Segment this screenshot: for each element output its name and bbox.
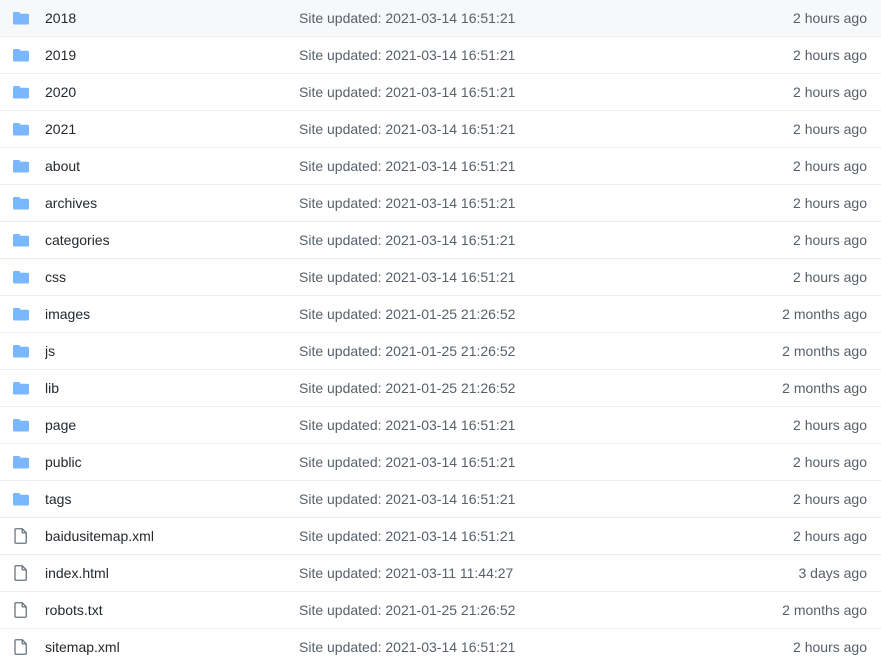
file-name-link[interactable]: about <box>45 158 283 174</box>
file-name-link[interactable]: js <box>45 343 283 359</box>
commit-age: 2 hours ago <box>793 158 867 174</box>
folder-icon <box>13 306 29 322</box>
commit-age: 2 hours ago <box>793 269 867 285</box>
folder-row[interactable]: about Site updated: 2021-03-14 16:51:21 … <box>0 148 881 185</box>
folder-icon <box>13 232 29 248</box>
file-name-link[interactable]: lib <box>45 380 283 396</box>
folder-icon <box>13 158 29 174</box>
folder-row[interactable]: categories Site updated: 2021-03-14 16:5… <box>0 222 881 259</box>
folder-row[interactable]: 2020 Site updated: 2021-03-14 16:51:21 2… <box>0 74 881 111</box>
file-name-link[interactable]: 2019 <box>45 47 283 63</box>
folder-icon <box>13 10 29 26</box>
commit-age: 2 months ago <box>782 306 867 322</box>
file-icon <box>13 602 29 618</box>
file-name-link[interactable]: archives <box>45 195 283 211</box>
commit-age: 2 hours ago <box>793 47 867 63</box>
commit-age: 2 hours ago <box>793 84 867 100</box>
file-name-link[interactable]: 2018 <box>45 10 283 26</box>
file-name-link[interactable]: sitemap.xml <box>45 639 283 655</box>
file-name-link[interactable]: categories <box>45 232 283 248</box>
commit-age: 3 days ago <box>798 565 868 581</box>
file-name-link[interactable]: 2021 <box>45 121 283 137</box>
commit-age: 2 hours ago <box>793 639 867 655</box>
commit-message-link[interactable]: Site updated: 2021-03-14 16:51:21 <box>299 158 515 174</box>
commit-message-link[interactable]: Site updated: 2021-03-14 16:51:21 <box>299 195 515 211</box>
file-row[interactable]: sitemap.xml Site updated: 2021-03-14 16:… <box>0 629 881 662</box>
commit-age: 2 hours ago <box>793 232 867 248</box>
commit-message-link[interactable]: Site updated: 2021-03-14 16:51:21 <box>299 10 515 26</box>
commit-message-link[interactable]: Site updated: 2021-03-14 16:51:21 <box>299 417 515 433</box>
commit-message-link[interactable]: Site updated: 2021-01-25 21:26:52 <box>299 380 515 396</box>
file-name-link[interactable]: public <box>45 454 283 470</box>
file-list: 2018 Site updated: 2021-03-14 16:51:21 2… <box>0 0 881 662</box>
file-name-link[interactable]: index.html <box>45 565 283 581</box>
commit-message-link[interactable]: Site updated: 2021-01-25 21:26:52 <box>299 343 515 359</box>
commit-age: 2 months ago <box>782 380 867 396</box>
commit-age: 2 hours ago <box>793 121 867 137</box>
file-icon <box>13 528 29 544</box>
folder-icon <box>13 195 29 211</box>
file-name-link[interactable]: images <box>45 306 283 322</box>
folder-row[interactable]: js Site updated: 2021-01-25 21:26:52 2 m… <box>0 333 881 370</box>
commit-message-link[interactable]: Site updated: 2021-03-14 16:51:21 <box>299 121 515 137</box>
folder-icon <box>13 343 29 359</box>
folder-row[interactable]: images Site updated: 2021-01-25 21:26:52… <box>0 296 881 333</box>
commit-message-link[interactable]: Site updated: 2021-03-14 16:51:21 <box>299 47 515 63</box>
file-row[interactable]: baidusitemap.xml Site updated: 2021-03-1… <box>0 518 881 555</box>
commit-message-link[interactable]: Site updated: 2021-03-14 16:51:21 <box>299 232 515 248</box>
folder-row[interactable]: tags Site updated: 2021-03-14 16:51:21 2… <box>0 481 881 518</box>
commit-message-link[interactable]: Site updated: 2021-01-25 21:26:52 <box>299 602 515 618</box>
commit-message-link[interactable]: Site updated: 2021-03-14 16:51:21 <box>299 269 515 285</box>
folder-row[interactable]: 2018 Site updated: 2021-03-14 16:51:21 2… <box>0 0 881 37</box>
file-name-link[interactable]: tags <box>45 491 283 507</box>
file-name-link[interactable]: page <box>45 417 283 433</box>
folder-row[interactable]: css Site updated: 2021-03-14 16:51:21 2 … <box>0 259 881 296</box>
folder-icon <box>13 47 29 63</box>
folder-icon <box>13 491 29 507</box>
commit-age: 2 hours ago <box>793 417 867 433</box>
folder-row[interactable]: 2021 Site updated: 2021-03-14 16:51:21 2… <box>0 111 881 148</box>
file-name-link[interactable]: robots.txt <box>45 602 283 618</box>
folder-icon <box>13 454 29 470</box>
folder-row[interactable]: public Site updated: 2021-03-14 16:51:21… <box>0 444 881 481</box>
commit-age: 2 hours ago <box>793 528 867 544</box>
commit-age: 2 months ago <box>782 602 867 618</box>
folder-icon <box>13 269 29 285</box>
file-row[interactable]: index.html Site updated: 2021-03-11 11:4… <box>0 555 881 592</box>
file-row[interactable]: robots.txt Site updated: 2021-01-25 21:2… <box>0 592 881 629</box>
commit-message-link[interactable]: Site updated: 2021-03-14 16:51:21 <box>299 639 515 655</box>
commit-message-link[interactable]: Site updated: 2021-03-11 11:44:27 <box>299 565 513 581</box>
commit-message-link[interactable]: Site updated: 2021-03-14 16:51:21 <box>299 491 515 507</box>
folder-icon <box>13 417 29 433</box>
folder-icon <box>13 121 29 137</box>
file-name-link[interactable]: 2020 <box>45 84 283 100</box>
folder-row[interactable]: page Site updated: 2021-03-14 16:51:21 2… <box>0 407 881 444</box>
commit-age: 2 hours ago <box>793 454 867 470</box>
commit-message-link[interactable]: Site updated: 2021-03-14 16:51:21 <box>299 84 515 100</box>
folder-row[interactable]: lib Site updated: 2021-01-25 21:26:52 2 … <box>0 370 881 407</box>
commit-age: 2 months ago <box>782 343 867 359</box>
folder-row[interactable]: archives Site updated: 2021-03-14 16:51:… <box>0 185 881 222</box>
commit-message-link[interactable]: Site updated: 2021-01-25 21:26:52 <box>299 306 515 322</box>
file-icon <box>13 639 29 655</box>
commit-age: 2 hours ago <box>793 10 867 26</box>
folder-row[interactable]: 2019 Site updated: 2021-03-14 16:51:21 2… <box>0 37 881 74</box>
commit-message-link[interactable]: Site updated: 2021-03-14 16:51:21 <box>299 454 515 470</box>
commit-age: 2 hours ago <box>793 491 867 507</box>
file-name-link[interactable]: baidusitemap.xml <box>45 528 283 544</box>
file-name-link[interactable]: css <box>45 269 283 285</box>
commit-message-link[interactable]: Site updated: 2021-03-14 16:51:21 <box>299 528 515 544</box>
folder-icon <box>13 84 29 100</box>
folder-icon <box>13 380 29 396</box>
file-icon <box>13 565 29 581</box>
commit-age: 2 hours ago <box>793 195 867 211</box>
